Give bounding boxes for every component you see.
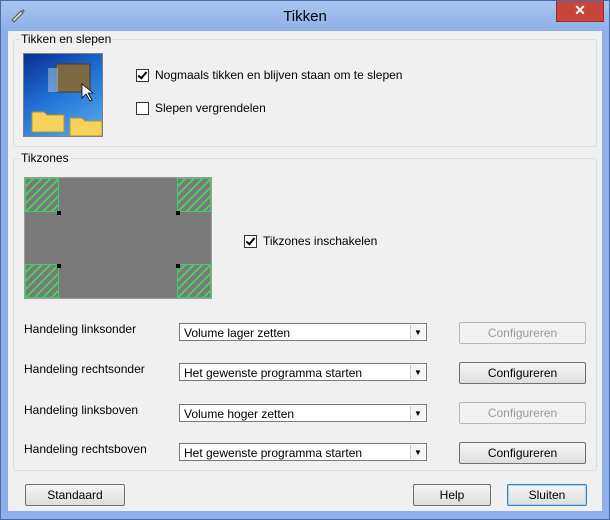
checkbox-tap-drag[interactable] [136,68,149,82]
zone-handle [176,211,180,215]
option-drag-lock-label: Slepen vergrendelen [155,101,266,115]
help-button[interactable]: Help [413,484,491,506]
title-bar[interactable]: Tikken ✕ [1,1,609,31]
drag-illustration [23,53,103,137]
dialog-window: Tikken ✕ Tikken en slepen Nogmaals tikke… [0,0,610,520]
folders-icon [31,63,102,136]
action-select[interactable]: Volume lager zetten ▼ [179,323,427,341]
zone-top-left [25,178,59,212]
chevron-down-icon[interactable]: ▼ [410,406,425,420]
action-select-value: Het gewenste programma starten [184,366,363,380]
chevron-down-icon[interactable]: ▼ [410,365,425,379]
action-select[interactable]: Het gewenste programma starten ▼ [179,363,427,381]
checkbox-drag-lock[interactable] [136,101,149,115]
chevron-down-icon[interactable]: ▼ [410,445,425,459]
zone-handle [57,264,61,268]
configure-button[interactable]: Configureren [459,322,586,344]
option-enable-zones-label: Tikzones inschakelen [263,234,378,248]
window-title: Tikken [283,8,327,25]
action-select[interactable]: Volume hoger zetten ▼ [179,404,427,422]
zone-bottom-left [25,264,59,298]
action-select-value: Volume lager zetten [184,326,291,340]
option-drag-lock[interactable]: Slepen vergrendelen [136,100,266,116]
checkbox-enable-zones[interactable] [244,234,257,248]
action-select[interactable]: Het gewenste programma starten ▼ [179,443,427,461]
option-enable-zones[interactable]: Tikzones inschakelen [244,233,377,249]
dialog-content: Tikken en slepen Nogmaals tikken en blij… [8,31,602,511]
zone-bottom-right [177,264,211,298]
action-label: Handeling rechtsonder [24,362,145,376]
configure-button[interactable]: Configureren [459,362,586,384]
option-tap-drag-label: Nogmaals tikken en blijven staan om te s… [155,68,403,82]
action-select-value: Het gewenste programma starten [184,446,363,460]
action-label: Handeling linksboven [24,403,139,417]
default-button[interactable]: Standaard [25,484,125,506]
zone-top-right [177,178,211,212]
action-label: Handeling rechtsboven [24,442,147,456]
zone-handle [57,211,61,215]
action-select-value: Volume hoger zetten [184,407,295,421]
group-legend: Tikzones [21,151,69,165]
option-tap-drag[interactable]: Nogmaals tikken en blijven staan om te s… [136,67,402,83]
group-legend: Tikken en slepen [21,32,112,46]
close-button[interactable]: ✕ [556,1,604,22]
close-dialog-button[interactable]: Sluiten [507,484,587,506]
zone-handle [176,264,180,268]
action-label: Handeling linksonder [24,322,137,336]
configure-button[interactable]: Configureren [459,442,586,464]
tap-zones-preview [24,177,212,299]
configure-button[interactable]: Configureren [459,402,586,424]
chevron-down-icon[interactable]: ▼ [410,325,425,339]
